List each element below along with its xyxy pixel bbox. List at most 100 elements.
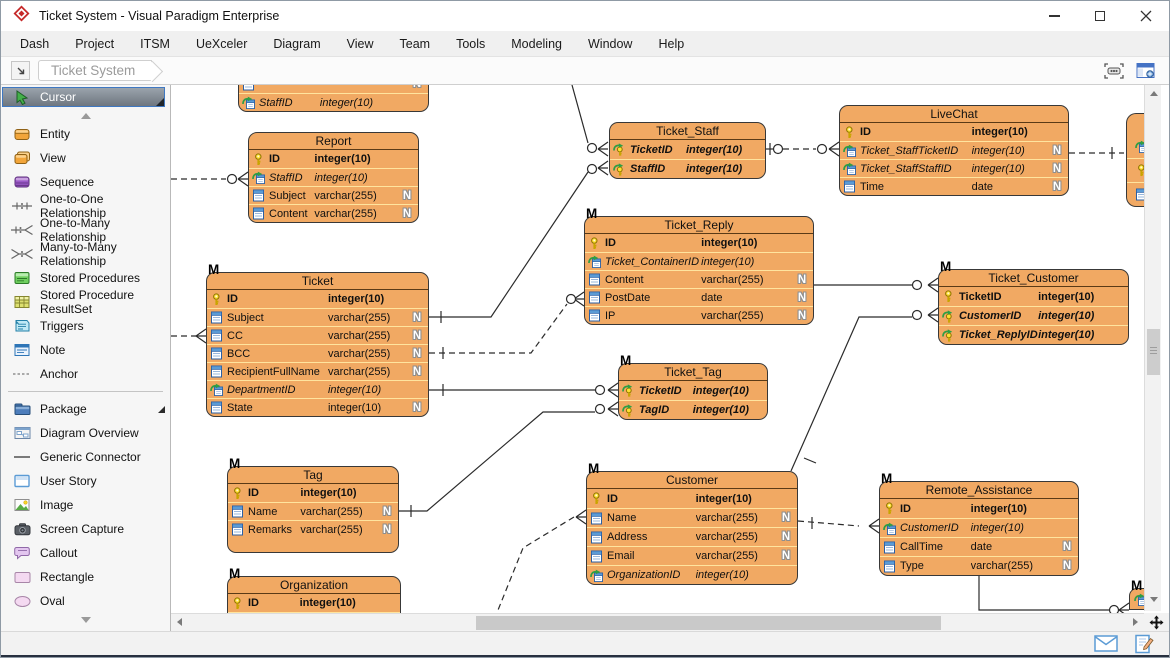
relationship-Customer-Ticket_Customer[interactable] [791,308,938,471]
palette-item-cursor[interactable]: Cursor [2,87,165,107]
palette-item-generic-connector[interactable]: Generic Connector [1,445,170,469]
menu-item-uexceler[interactable]: UeXceler [183,31,260,57]
column-row[interactable]: TagIDinteger(10) [619,400,767,419]
relationship-Remote_Assistance-bottom-right-entity[interactable] [979,574,1129,617]
column-row[interactable]: DepartmentIDinteger(10) [207,380,428,398]
relationship-LiveChat-right-edge-entity[interactable] [1069,147,1124,159]
column-row[interactable]: Typevarchar(255)N [880,556,1078,575]
palette-item-view[interactable]: View [1,146,170,170]
breadcrumb[interactable]: Ticket System [38,60,152,81]
collapse-up-button[interactable] [1,109,170,122]
menu-item-window[interactable]: Window [575,31,645,57]
column-row[interactable]: BCCvarchar(255)N [207,344,428,362]
column-row[interactable]: CCvarchar(255)N [207,326,428,344]
entity-LiveChat[interactable]: LiveChatIDinteger(10)Ticket_StaffTicketI… [839,105,1069,196]
column-row[interactable]: Namevarchar(255)N [228,502,398,520]
palette-item-screen-capture[interactable]: Screen Capture [1,517,170,541]
menu-item-modeling[interactable]: Modeling [498,31,575,57]
column-row[interactable]: Ticket_StaffStaffIDinteger(10)N [840,159,1068,177]
menu-item-diagram[interactable]: Diagram [260,31,333,57]
column-row[interactable]: Subjectvarchar(255)N [207,308,428,326]
palette-item-many-to-many-relationship[interactable]: Many-to-Many Relationship [1,242,170,266]
relationship-Ticket-Ticket_Tag[interactable] [429,383,618,397]
palette-item-package[interactable]: Package [1,397,170,421]
column-row[interactable]: OrganizationIDinteger(10) [587,565,797,584]
entity-Ticket_Reply[interactable]: MTicket_ReplyIDinteger(10)Ticket_Contain… [584,216,814,325]
column-row[interactable]: Emailvarchar(255)N [587,546,797,565]
menu-item-help[interactable]: Help [645,31,697,57]
column-row[interactable]: TimedateN [840,177,1068,195]
column-row[interactable]: IDinteger(10) [228,594,400,612]
entity-frag-top[interactable]: NStaffIDinteger(10) [238,85,429,112]
vertical-scrollbar[interactable] [1144,85,1161,611]
relationship-Ticket_Reply-Ticket_Customer[interactable] [814,278,938,292]
scroll-left-button[interactable] [171,614,188,630]
menu-item-view[interactable]: View [334,31,387,57]
column-row[interactable]: IDinteger(10) [880,499,1078,518]
column-row[interactable]: IDinteger(10) [207,290,428,308]
palette-item-image[interactable]: Image [1,493,170,517]
fit-selection-button[interactable] [1101,60,1127,82]
palette-item-anchor[interactable]: Anchor [1,362,170,386]
relationship-Ticket-Ticket_Reply[interactable] [429,292,584,359]
message-icon[interactable] [1094,635,1118,652]
relationship-left-edge-Report[interactable] [171,172,248,186]
column-row[interactable]: Remarksvarchar(255)N [228,520,398,538]
menu-item-tools[interactable]: Tools [443,31,498,57]
relationship-left-edge-Ticket[interactable] [171,329,206,343]
column-row[interactable]: IPvarchar(255)N [585,306,813,324]
palette-item-one-to-many-relationship[interactable]: One-to-Many Relationship [1,218,170,242]
entity-Tag[interactable]: MTagIDinteger(10)Namevarchar(255)NRemark… [227,466,399,553]
relationship-Ticket_Staff-LiveChat[interactable] [766,142,839,156]
popout-button[interactable] [11,61,30,80]
entity-Report[interactable]: ReportIDinteger(10)StaffIDinteger(10)Sub… [248,132,419,223]
log-icon[interactable] [1134,634,1155,654]
column-row[interactable]: IDinteger(10) [585,234,813,252]
palette-item-rectangle[interactable]: Rectangle [1,565,170,589]
column-row[interactable]: IDinteger(10) [587,489,797,508]
column-row[interactable]: TicketIDinteger(10) [619,381,767,400]
column-row[interactable]: CustomerIDinteger(10) [939,306,1128,325]
collapse-down-button[interactable] [1,613,170,626]
entity-Customer[interactable]: MCustomerIDinteger(10)Namevarchar(255)NA… [586,471,798,585]
entity-Ticket_Tag[interactable]: MTicket_TagTicketIDinteger(10)TagIDinteg… [618,363,768,420]
relationship-top-edge-Ticket_Staff[interactable] [572,85,608,156]
column-row[interactable]: CallTimedateN [880,537,1078,556]
horizontal-scrollbar[interactable] [171,613,1144,631]
vertical-scrollbar-thumb[interactable] [1147,329,1160,375]
column-row[interactable]: RecipientFullNamevarchar(255)N [207,362,428,380]
palette-item-stored-procedure-resultset[interactable]: Stored Procedure ResultSet [1,290,170,314]
column-row[interactable]: TicketIDinteger(10) [939,287,1128,306]
entity-Remote_Assistance[interactable]: MRemote_AssistanceIDinteger(10)CustomerI… [879,481,1079,576]
palette-item-one-to-one-relationship[interactable]: One-to-One Relationship [1,194,170,218]
palette-item-user-story[interactable]: User Story [1,469,170,493]
menu-item-team[interactable]: Team [387,31,444,57]
menu-item-dash[interactable]: Dash [7,31,62,57]
entity-Ticket_Customer[interactable]: MTicket_CustomerTicketIDinteger(10)Custo… [938,269,1129,345]
menu-item-project[interactable]: Project [62,31,127,57]
column-row[interactable]: Namevarchar(255)N [587,508,797,527]
relationship-Customer-Organization[interactable] [492,510,586,625]
palette-item-entity[interactable]: Entity [1,122,170,146]
palette-item-callout[interactable]: Callout [1,541,170,565]
column-row[interactable]: PostDatedateN [585,288,813,306]
palette-item-stored-procedures[interactable]: Stored Procedures [1,266,170,290]
column-row[interactable]: Contentvarchar(255)N [585,270,813,288]
column-row[interactable]: CustomerIDinteger(10) [880,518,1078,537]
relationship-Customer-Remote_Assistance[interactable] [798,517,879,533]
horizontal-scrollbar-thumb[interactable] [476,616,941,630]
column-row[interactable]: Subjectvarchar(255)N [249,186,418,204]
menu-item-itsm[interactable]: ITSM [127,31,183,57]
column-row[interactable]: StaffIDinteger(10) [249,168,418,186]
close-button[interactable] [1123,1,1169,31]
maximize-button[interactable] [1077,1,1123,31]
pan-button[interactable] [1144,613,1169,631]
entity-Ticket[interactable]: MTicketIDinteger(10)Subjectvarchar(255)N… [206,272,429,417]
column-row[interactable]: Ticket_StaffTicketIDinteger(10)N [840,141,1068,159]
palette-item-diagram-overview[interactable]: Diagram Overview [1,421,170,445]
column-row[interactable]: IDinteger(10) [840,123,1068,141]
scroll-right-button[interactable] [1127,614,1144,630]
palette-item-note[interactable]: Note [1,338,170,362]
scroll-up-button[interactable] [1145,85,1162,101]
column-row[interactable]: StaffIDinteger(10) [610,159,765,178]
